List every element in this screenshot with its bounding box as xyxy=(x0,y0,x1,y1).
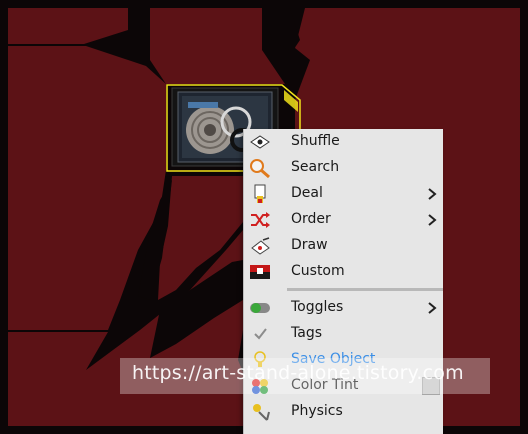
menu-item-shuffle[interactable]: Shuffle xyxy=(244,129,443,155)
menu-separator xyxy=(287,288,443,291)
menu-item-deal[interactable]: Deal xyxy=(244,181,443,207)
menu-item-order[interactable]: Order xyxy=(244,207,443,233)
menu-item-physics[interactable]: Physics xyxy=(244,399,443,425)
deal-hand-icon xyxy=(249,184,271,204)
menu-item-toggles[interactable]: Toggles xyxy=(244,295,443,321)
shuffle-arrows-icon xyxy=(249,210,271,230)
submenu-arrow-icon xyxy=(428,302,437,314)
menu-item-label: Order xyxy=(291,211,331,227)
toggle-switch-icon xyxy=(249,298,271,318)
menu-item-custom[interactable]: Custom xyxy=(244,259,443,285)
menu-item-label: Custom xyxy=(291,263,345,279)
checkmark-icon xyxy=(249,324,271,344)
menu-item-search[interactable]: Search xyxy=(244,155,443,181)
menu-item-label: Toggles xyxy=(291,299,344,315)
shuffle-card-icon xyxy=(249,132,271,152)
submenu-arrow-icon xyxy=(428,214,437,226)
submenu-arrow-icon xyxy=(428,188,437,200)
custom-card-icon xyxy=(249,262,271,282)
menu-item-label: Shuffle xyxy=(291,133,340,149)
menu-item-label: Draw xyxy=(291,237,328,253)
physics-icon xyxy=(249,402,271,422)
menu-item-label: Physics xyxy=(291,403,343,419)
menu-item-tags[interactable]: Tags xyxy=(244,321,443,347)
menu-item-label: Deal xyxy=(291,185,323,201)
magnifier-icon xyxy=(249,158,271,178)
menu-item-label: Search xyxy=(291,159,340,175)
watermark-text: https://art-stand-alone.tistory.com xyxy=(132,362,464,384)
menu-item-draw[interactable]: Draw xyxy=(244,233,443,259)
menu-item-label: Tags xyxy=(291,325,322,341)
draw-card-icon xyxy=(249,236,271,256)
